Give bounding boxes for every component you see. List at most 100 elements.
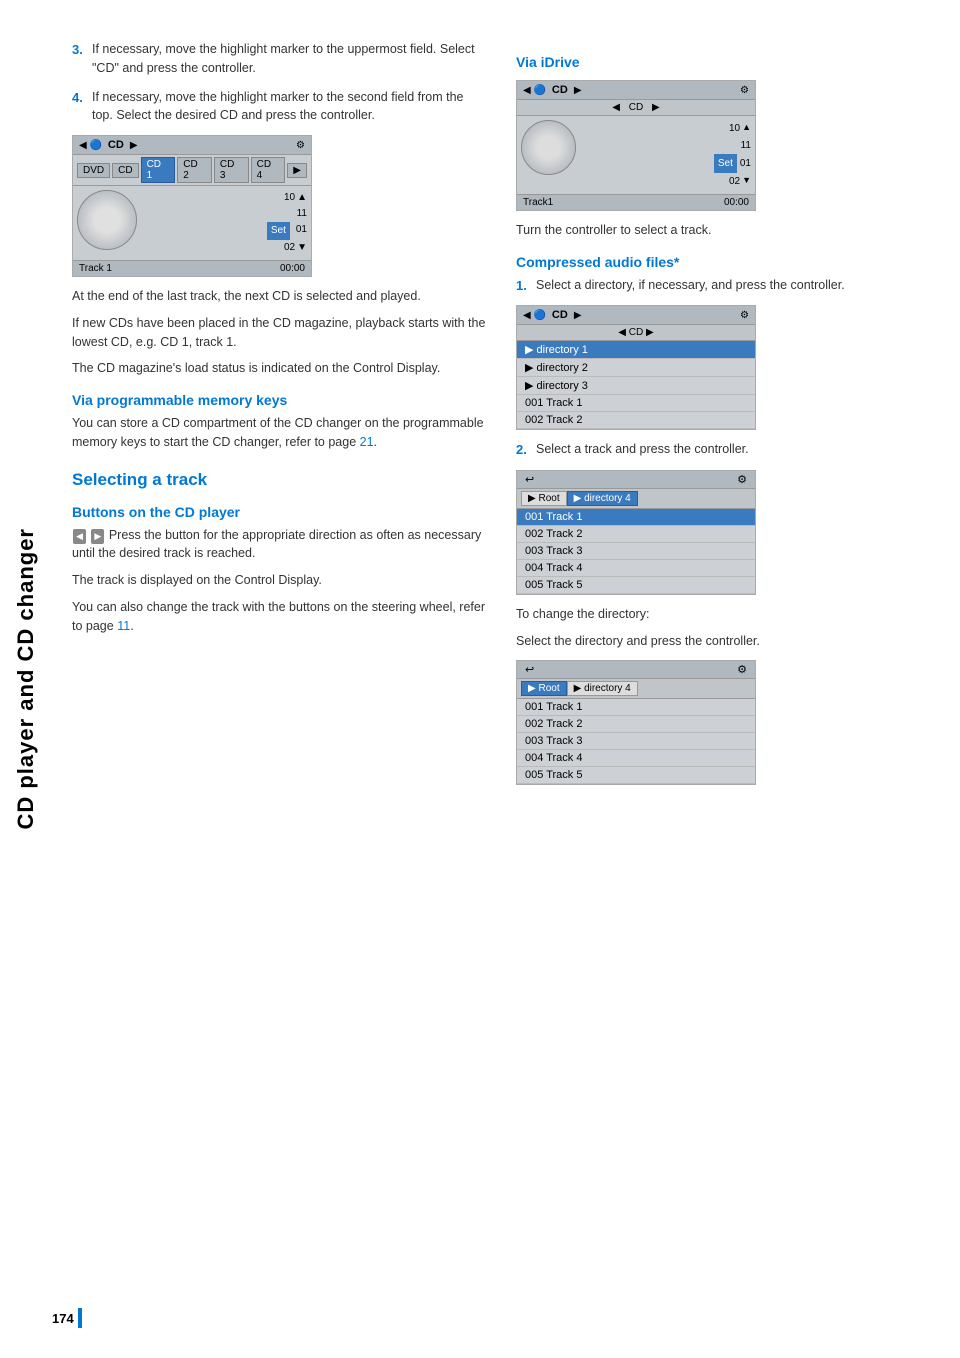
track-display-text: The track is displayed on the Control Di… (72, 571, 486, 590)
track-settings-icon: ⚙ (737, 473, 747, 486)
idrive-track-10: 10▲ (582, 120, 751, 137)
breadcrumb2-root[interactable]: ▶ Root (521, 681, 567, 696)
via-idrive-heading: Via iDrive (516, 54, 930, 70)
dir-item-1[interactable]: ▶ directory 1 (517, 341, 755, 359)
track-list-screenshot-2: ↩ ⚙ ▶ Root ▶ directory 4 001 Track 1 002… (516, 660, 756, 785)
cd-player-screenshot: ◀ 🔵 CD ▶ ⚙ DVD CD CD 1 CD 2 CD 3 CD 4 ▶ (72, 135, 312, 277)
track2-004[interactable]: 004 Track 4 (517, 750, 755, 767)
track-004[interactable]: 004 Track 4 (517, 560, 755, 577)
next-track-button[interactable]: ▶ (91, 529, 104, 545)
track-001[interactable]: 001 Track 1 (517, 509, 755, 526)
tab-cd[interactable]: CD (112, 163, 138, 178)
buttons-text-block: ◀ ▶ Press the button for the appropriate… (72, 526, 486, 564)
idrive-sub-prev: ◀ (612, 102, 620, 113)
tab-cd2[interactable]: CD 2 (177, 157, 212, 183)
idrive-time-label: 00:00 (724, 197, 749, 208)
compressed-step-1-num: 1. (516, 276, 530, 296)
tab-next[interactable]: ▶ (287, 163, 307, 178)
track2-003[interactable]: 003 Track 3 (517, 733, 755, 750)
via-prog-text: You can store a CD compartment of the CD… (72, 414, 486, 452)
idrive-screenshot: ◀ 🔵 CD ▶ ⚙ ◀ CD ▶ 10▲ (516, 80, 756, 211)
change-dir-text2: Select the directory and press the contr… (516, 632, 930, 651)
para-1: At the end of the last track, the next C… (72, 287, 486, 306)
via-prog-heading: Via programmable memory keys (72, 392, 486, 408)
track-back-icon: ↩ (525, 473, 534, 486)
track2-001[interactable]: 001 Track 1 (517, 699, 755, 716)
idrive-track-info: 10▲ 11 Set 01 02▼ (582, 120, 751, 190)
idrive-set-01: Set 01 (582, 154, 751, 173)
track-list-screenshot-1: ↩ ⚙ ▶ Root ▶ directory 4 001 Track 1 002… (516, 470, 756, 595)
idrive-instruction: Turn the controller to select a track. (516, 221, 930, 240)
cd-track-info: 10▲ 11 Set 01 02▼ (143, 190, 307, 256)
set-label: Set (267, 222, 290, 240)
step-4: 4. If necessary, move the highlight mark… (72, 88, 486, 126)
compressed-step-2-text: Select a track and press the controller. (536, 440, 930, 460)
idrive-cd-label: CD (552, 84, 568, 96)
track2-002[interactable]: 002 Track 2 (517, 716, 755, 733)
breadcrumb2-dir4[interactable]: ▶ directory 4 (567, 681, 638, 696)
track-11: 11 (143, 206, 307, 222)
track-003[interactable]: 003 Track 3 (517, 543, 755, 560)
dir-cd-label: CD (552, 309, 568, 321)
page-indicator-bar (78, 1308, 82, 1328)
page-num: 174 (52, 1311, 74, 1326)
tab-cd1[interactable]: CD 1 (141, 157, 176, 183)
dir-prev-icon: ◀ 🔵 (523, 310, 546, 321)
buttons-text: Press the button for the appropriate dir… (72, 528, 481, 561)
idrive-sub-cd: CD (629, 102, 643, 113)
cd-next-icon: ▶ (130, 140, 138, 151)
track-10: 10▲ (143, 190, 307, 206)
track-005[interactable]: 005 Track 5 (517, 577, 755, 594)
via-prog-text-content: You can store a CD compartment of the CD… (72, 416, 484, 449)
prev-track-button[interactable]: ◀ (73, 529, 86, 545)
idrive-prev-icon: ◀ 🔵 (523, 85, 546, 96)
track2-back-icon: ↩ (525, 663, 534, 676)
para-3: The CD magazine's load status is indicat… (72, 359, 486, 378)
dir-item-2[interactable]: ▶ directory 2 (517, 359, 755, 377)
dir-settings-icon: ⚙ (740, 310, 749, 321)
compressed-step-2: 2. Select a track and press the controll… (516, 440, 930, 460)
track-002[interactable]: 002 Track 2 (517, 526, 755, 543)
cd-prev-icon: ◀ 🔵 (79, 140, 102, 151)
left-column: 3. If necessary, move the highlight mark… (72, 40, 486, 795)
track2-005[interactable]: 005 Track 5 (517, 767, 755, 784)
compressed-step-1: 1. Select a directory, if necessary, and… (516, 276, 930, 296)
cd-label: CD (108, 139, 124, 151)
main-content: 3. If necessary, move the highlight mark… (52, 0, 960, 835)
step-4-text: If necessary, move the highlight marker … (92, 88, 486, 126)
cd-ui-top-bar: ◀ 🔵 CD ▶ ⚙ (73, 136, 311, 155)
directory-screenshot: ◀ 🔵 CD ▶ ⚙ ◀ CD ▶ ▶ directory 1 ▶ direct… (516, 305, 756, 430)
buttons-heading: Buttons on the CD player (72, 504, 486, 520)
idrive-footer: Track1 00:00 (517, 194, 755, 210)
two-column-layout: 3. If necessary, move the highlight mark… (72, 40, 930, 795)
cd-time-label: 00:00 (280, 263, 305, 274)
page-number-block: 174 (52, 1308, 82, 1328)
dir-item-track2[interactable]: 002 Track 2 (517, 412, 755, 429)
compressed-step-1-text: Select a directory, if necessary, and pr… (536, 276, 930, 296)
dir-next-icon: ▶ (574, 310, 582, 321)
via-prog-link[interactable]: 21 (360, 435, 374, 449)
tab-cd3[interactable]: CD 3 (214, 157, 249, 183)
breadcrumb-dir4[interactable]: ▶ directory 4 (567, 491, 638, 506)
breadcrumb-root[interactable]: ▶ Root (521, 491, 567, 506)
track-ui-1-top: ↩ ⚙ (517, 471, 755, 489)
compressed-heading: Compressed audio files* (516, 254, 930, 270)
tab-cd4[interactable]: CD 4 (251, 157, 286, 183)
steering-wheel-text-content: You can also change the track with the b… (72, 600, 485, 633)
selecting-track-heading: Selecting a track (72, 470, 486, 490)
dir-item-3[interactable]: ▶ directory 3 (517, 377, 755, 395)
tab-dvd[interactable]: DVD (77, 163, 110, 178)
step-3-number: 3. (72, 40, 86, 78)
cd-ui-footer: Track 1 00:00 (73, 260, 311, 276)
track-set-01: Set 01 (143, 222, 307, 240)
cd-track-label: Track 1 (79, 263, 112, 274)
track2-settings-icon: ⚙ (737, 663, 747, 676)
idrive-set-label: Set (714, 154, 737, 173)
idrive-sub-bar: ◀ CD ▶ (517, 100, 755, 116)
steering-wheel-link[interactable]: 11 (117, 619, 130, 633)
change-dir-text1: To change the directory: (516, 605, 930, 624)
dir-item-track1[interactable]: 001 Track 1 (517, 395, 755, 412)
cd-ui-body: 10▲ 11 Set 01 02▼ (73, 186, 311, 260)
track-breadcrumb-1: ▶ Root ▶ directory 4 (517, 489, 755, 509)
idrive-track-label: Track1 (523, 197, 553, 208)
